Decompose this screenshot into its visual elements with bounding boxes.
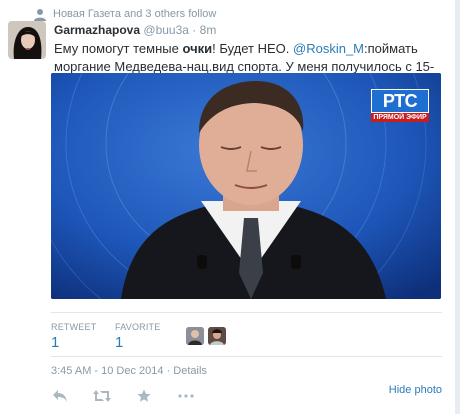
more-icon[interactable] <box>177 388 195 404</box>
tweet-time[interactable]: 8m <box>200 23 217 37</box>
author-screen-name[interactable]: @buu3a <box>143 23 189 37</box>
hide-photo-link[interactable]: Hide photo <box>389 384 442 396</box>
social-context: Новая Газета and 3 others follow <box>33 6 216 22</box>
favorite-count[interactable]: 1 <box>115 334 179 351</box>
engager-avatars <box>186 327 226 345</box>
retweet-count[interactable]: 1 <box>51 334 115 351</box>
meta-separator: · <box>163 365 174 377</box>
favorite-stat-label: FAVORITE <box>115 322 161 332</box>
channel-live-label: ПРЯМОЙ ЭФИР <box>371 113 429 122</box>
tweet-timestamp: 3:45 AM - 10 Dec 2014 <box>51 365 164 377</box>
tweet-media-photo[interactable]: РТС ПРЯМОЙ ЭФИР <box>51 73 441 299</box>
divider <box>51 356 442 357</box>
social-context-text[interactable]: Новая Газета and 3 others follow <box>53 8 216 20</box>
avatar[interactable] <box>8 21 46 59</box>
engager-avatar[interactable] <box>186 327 204 345</box>
channel-logo: РТС <box>371 89 429 113</box>
reply-icon[interactable] <box>51 388 69 404</box>
retweet-icon[interactable] <box>93 388 111 404</box>
tweet-actions <box>51 388 195 404</box>
favorite-stat[interactable]: FAVORITE 1 <box>115 322 179 351</box>
divider <box>51 312 442 313</box>
details-link[interactable]: Details <box>173 365 207 377</box>
page-scrollbar[interactable] <box>455 0 460 414</box>
mention-link[interactable]: @Roskin_M <box>293 41 364 56</box>
author-fullname[interactable]: Garmazhapova <box>54 23 140 37</box>
tweet-header: Garmazhapova @buu3a · 8m <box>54 23 216 37</box>
retweet-stat-label: RETWEET <box>51 322 97 332</box>
tweet-text-part2: ! Будет НЕО. <box>212 41 294 56</box>
engager-avatar[interactable] <box>208 327 226 345</box>
retweet-stat[interactable]: RETWEET 1 <box>51 322 115 351</box>
channel-badge: РТС ПРЯМОЙ ЭФИР <box>371 89 429 122</box>
favorite-icon[interactable] <box>135 388 153 404</box>
tweet-text-part1: Ему помогут темные <box>54 41 183 56</box>
header-separator: · <box>192 23 197 37</box>
person-icon <box>34 8 46 21</box>
tweet-text-bold: очки <box>182 41 213 56</box>
avatar-image <box>8 21 46 59</box>
tweet-meta: 3:45 AM - 10 Dec 2014 · Details <box>51 365 207 377</box>
tweet-stats: RETWEET 1 FAVORITE 1 <box>51 322 179 351</box>
